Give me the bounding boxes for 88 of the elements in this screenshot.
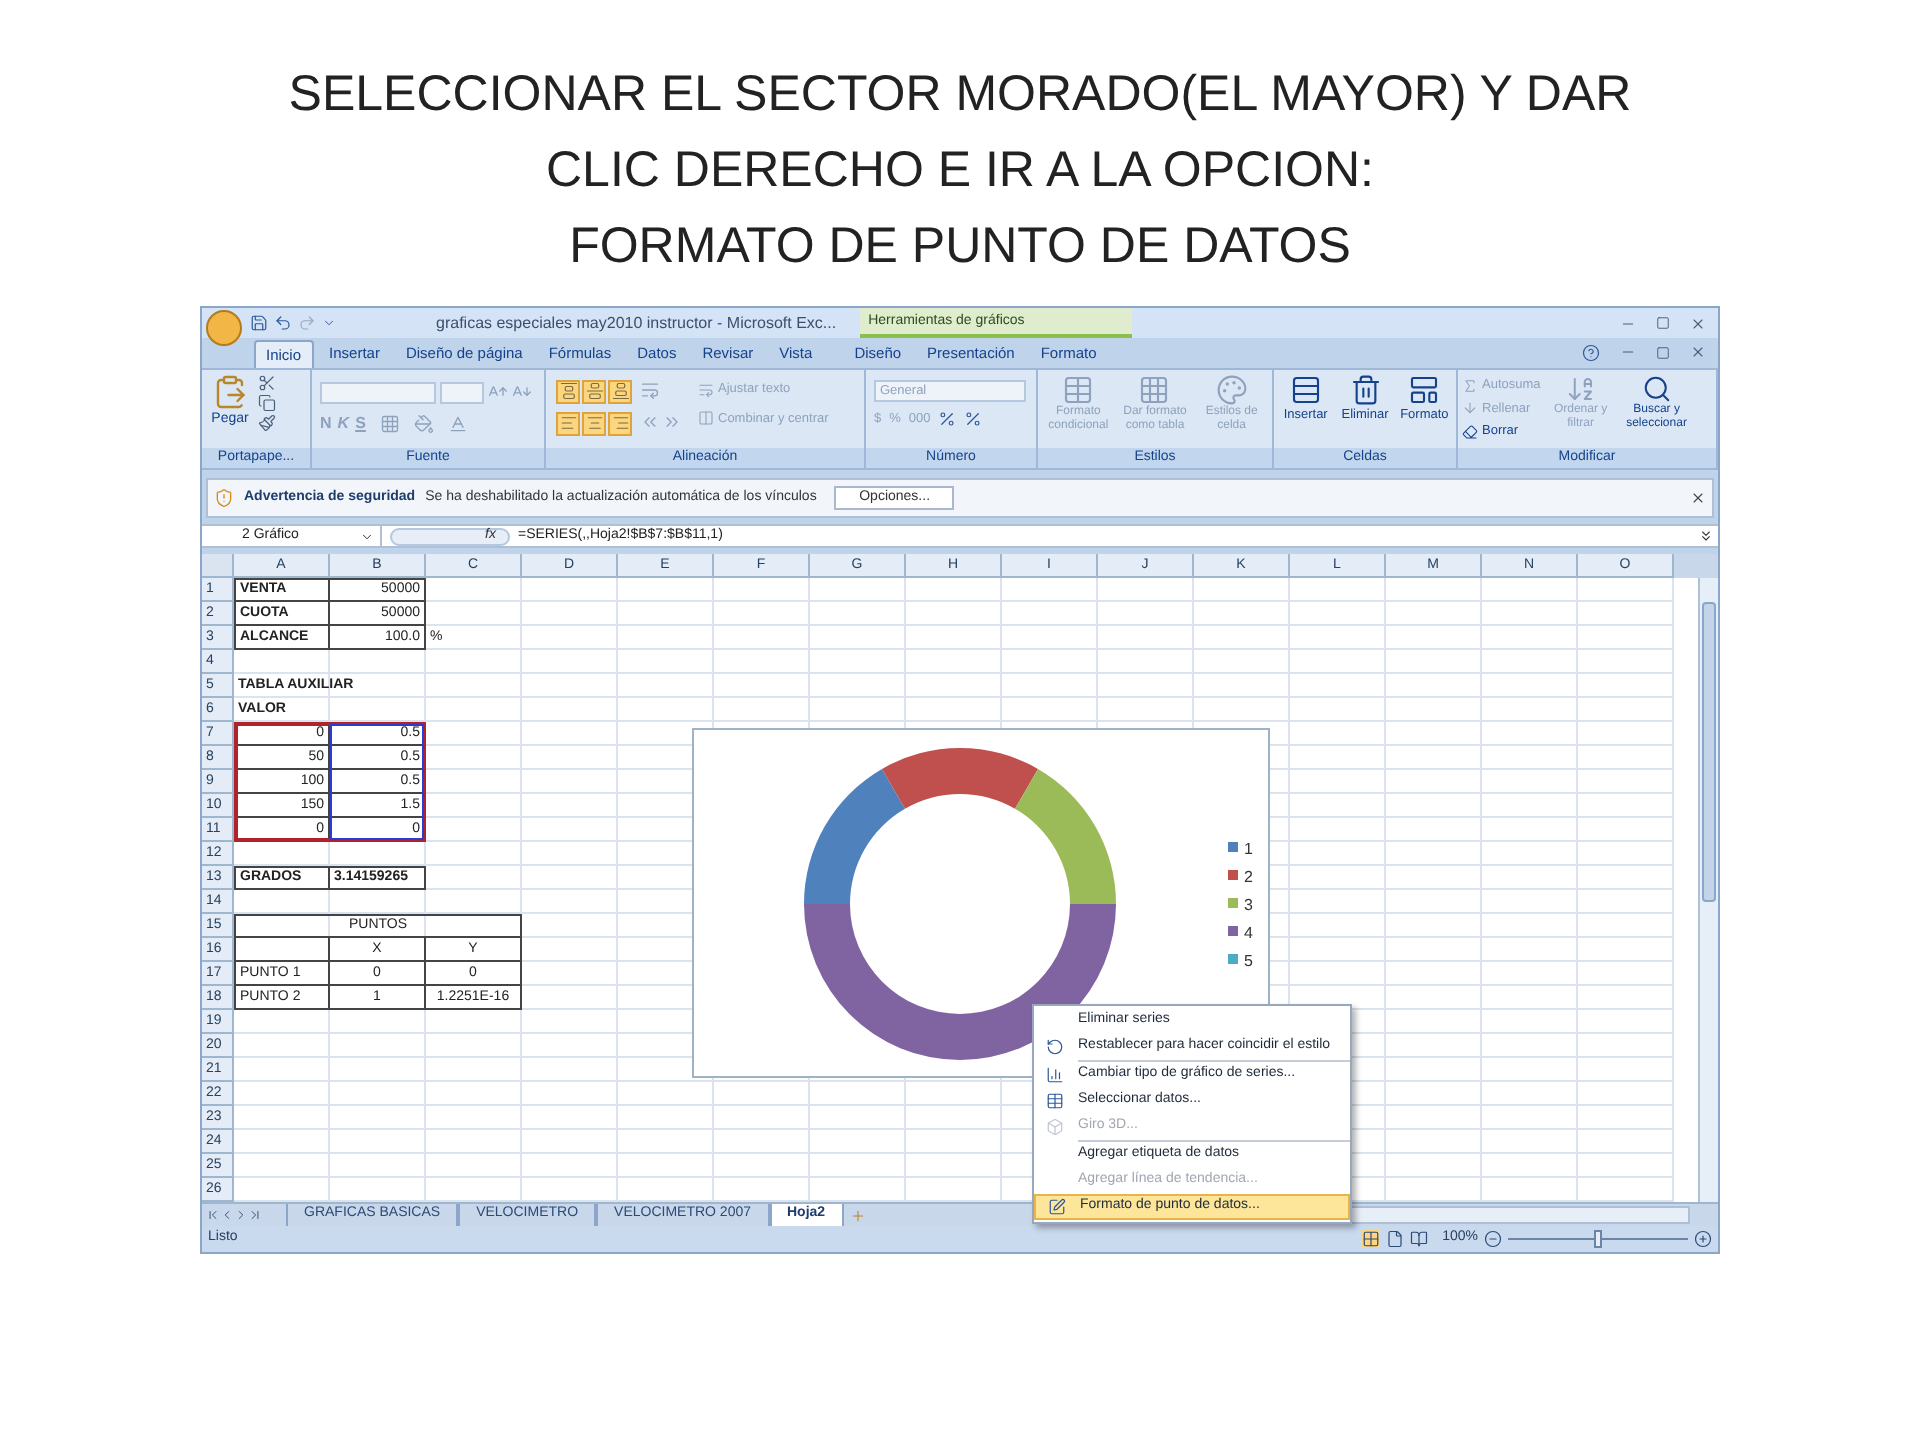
- legend-label: 5: [1244, 952, 1254, 971]
- caret-icon: [360, 529, 374, 544]
- shield-icon: [214, 488, 234, 509]
- horizontal-align-button[interactable]: [608, 411, 632, 436]
- cut-icon[interactable]: [258, 373, 276, 392]
- normal-view-icon[interactable]: [1362, 1230, 1381, 1249]
- menu-item-icon: [1047, 1198, 1065, 1216]
- legend-label: 4: [1244, 924, 1254, 943]
- vertical-scrollbar[interactable]: [1698, 578, 1718, 1203]
- align-icon: [559, 414, 577, 433]
- window-title: graficas especiales may2010 instructor - Microsoft Exc...: [436, 311, 837, 335]
- legend-item: 4: [1228, 924, 1253, 943]
- maximize-icon[interactable]: [1656, 315, 1670, 329]
- font-color-icon[interactable]: [447, 413, 468, 434]
- legend-item: 1: [1228, 840, 1253, 859]
- page-layout-icon[interactable]: [1386, 1230, 1405, 1249]
- expand-icon[interactable]: [1698, 528, 1714, 545]
- eraser-icon: [1462, 424, 1478, 441]
- undo-icon[interactable]: [274, 314, 292, 332]
- menu-item-icon: [1045, 1092, 1063, 1110]
- orientation-icon[interactable]: [640, 379, 660, 400]
- legend-label: 3: [1244, 896, 1254, 915]
- vertical-align-button[interactable]: [608, 379, 632, 404]
- zoom-in-icon[interactable]: [1694, 1230, 1712, 1249]
- last-sheet-icon[interactable]: [248, 1208, 262, 1223]
- decrease-indent-icon[interactable]: [640, 411, 660, 432]
- close-icon[interactable]: [1690, 344, 1706, 361]
- legend-label: 1: [1244, 840, 1254, 859]
- next-sheet-icon[interactable]: [234, 1208, 248, 1223]
- legend-item: 3: [1228, 896, 1253, 915]
- legend-item: 2: [1228, 868, 1253, 887]
- clipboard-icon: [212, 373, 248, 410]
- merge-icon: [698, 410, 714, 427]
- redo-icon[interactable]: [298, 314, 316, 332]
- donut-slice[interactable]: [804, 769, 905, 905]
- page-break-icon[interactable]: [1410, 1230, 1429, 1249]
- align-icon: [559, 382, 577, 401]
- menu-item-icon: [1045, 1118, 1063, 1136]
- trash-icon: [1349, 373, 1381, 406]
- grid-icon: [1138, 373, 1171, 406]
- zoom-slider-thumb[interactable]: [1594, 1230, 1602, 1249]
- border-icon[interactable]: [379, 413, 400, 434]
- increase-indent-icon[interactable]: [662, 411, 682, 432]
- wrap-text-icon: [698, 381, 714, 398]
- office-button[interactable]: [206, 310, 242, 346]
- search-icon: [1641, 373, 1672, 404]
- close-icon[interactable]: [1690, 315, 1706, 331]
- menu-item-icon: [1045, 1066, 1063, 1084]
- menu-item-icon: [1045, 1038, 1063, 1056]
- donut-slice[interactable]: [1015, 769, 1116, 905]
- vertical-align-button[interactable]: [556, 379, 580, 404]
- legend-label: 2: [1244, 868, 1254, 887]
- first-sheet-icon[interactable]: [206, 1208, 220, 1223]
- fill-color-icon[interactable]: [413, 413, 434, 434]
- font-size-field[interactable]: [440, 381, 484, 404]
- save-icon[interactable]: [250, 314, 268, 332]
- align-icon: [585, 382, 603, 401]
- help-icon[interactable]: [1582, 343, 1600, 362]
- slide-title-line: CLIC DERECHO E IR A LA OPCION:: [545, 140, 1374, 202]
- legend-item: 5: [1228, 952, 1253, 971]
- slide-title-line: SELECCIONAR EL SECTOR MORADO(EL MAYOR) Y DAR: [288, 64, 1632, 126]
- align-icon: [611, 382, 629, 401]
- layout-icon: [1408, 373, 1441, 406]
- table-icon: [1062, 373, 1095, 406]
- select-all-corner[interactable]: [202, 554, 234, 579]
- caret-icon[interactable]: [322, 316, 336, 330]
- align-icon: [585, 414, 603, 433]
- sigma-icon: [1462, 377, 1478, 394]
- series-range-highlight: [330, 724, 424, 841]
- align-icon: [611, 414, 629, 433]
- brush-icon[interactable]: [258, 413, 276, 432]
- copy-icon[interactable]: [258, 393, 276, 412]
- font-name-field[interactable]: [320, 381, 436, 404]
- previous-sheet-icon[interactable]: [220, 1208, 234, 1223]
- vertical-align-button[interactable]: [582, 379, 606, 404]
- table-cell: [234, 938, 330, 963]
- slide-title-line: FORMATO DE PUNTO DE DATOS: [569, 216, 1351, 278]
- palette-icon: [1215, 373, 1248, 406]
- close-icon[interactable]: [1690, 490, 1706, 507]
- restore-icon[interactable]: [1656, 345, 1670, 360]
- donut-slice[interactable]: [882, 748, 1038, 809]
- horizontal-align-button[interactable]: [556, 411, 580, 436]
- sort-icon: [1565, 373, 1596, 404]
- rows-icon: [1289, 373, 1322, 406]
- zoom-out-icon[interactable]: [1484, 1230, 1502, 1249]
- zoom-slider[interactable]: [1508, 1230, 1688, 1249]
- horizontal-align-button[interactable]: [582, 411, 606, 436]
- arrow-down-icon: [1462, 400, 1478, 417]
